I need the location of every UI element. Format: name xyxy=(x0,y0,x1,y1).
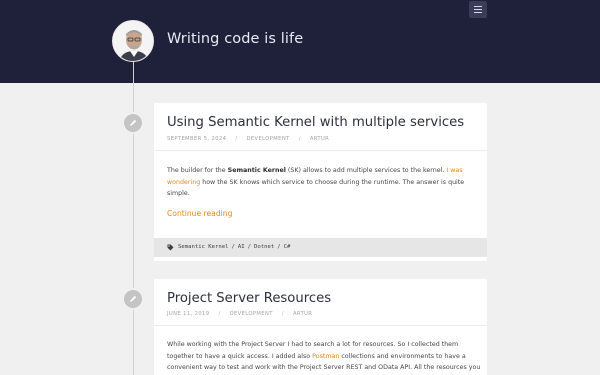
tag-link[interactable]: Semantic Kernel xyxy=(178,244,229,250)
menu-button[interactable] xyxy=(469,1,487,18)
continue-reading-link[interactable]: Continue reading xyxy=(167,209,232,218)
post-author[interactable]: ARTUR xyxy=(293,311,312,317)
post-meta: JUNE 11, 2019/DEVELOPMENT / ARTUR xyxy=(167,311,313,317)
tag-link[interactable]: C# xyxy=(284,244,291,250)
pencil-icon xyxy=(130,295,137,302)
post-title[interactable]: Project Server Resources xyxy=(167,291,331,306)
post-date[interactable]: SEPTEMBER 5, 2024 xyxy=(167,136,226,142)
tag-icon xyxy=(167,244,174,251)
divider xyxy=(154,150,487,151)
post-pin xyxy=(122,112,144,134)
divider xyxy=(154,325,487,326)
post-category[interactable]: DEVELOPMENT xyxy=(246,136,289,142)
site-title[interactable]: Writing code is life xyxy=(167,31,303,53)
post-excerpt: While working with the Project Server I … xyxy=(167,341,481,372)
excerpt-link[interactable]: Postman xyxy=(312,353,339,360)
avatar[interactable] xyxy=(112,20,154,62)
post-excerpt: The builder for the Semantic Kernel (SK)… xyxy=(167,167,465,198)
tag-link[interactable]: AI xyxy=(238,244,245,250)
post-card: Project Server Resources JUNE 11, 2019/D… xyxy=(154,279,487,375)
tag-link[interactable]: Dotnet xyxy=(254,244,274,250)
post-title[interactable]: Using Semantic Kernel with multiple serv… xyxy=(167,115,464,130)
post-date[interactable]: JUNE 11, 2019 xyxy=(167,311,209,317)
timeline-line xyxy=(133,60,134,375)
hamburger-menu-icon xyxy=(474,6,482,13)
post-author[interactable]: ARTUR xyxy=(310,136,329,142)
tag-list: Semantic Kernel / AI / Dotnet / C# xyxy=(178,244,291,250)
post-pin xyxy=(122,288,144,310)
post-card: Using Semantic Kernel with multiple serv… xyxy=(154,103,487,261)
tags-bar: Semantic Kernel / AI / Dotnet / C# xyxy=(154,238,487,257)
post-meta: SEPTEMBER 5, 2024/DEVELOPMENT / ARTUR xyxy=(167,136,330,142)
post-category[interactable]: DEVELOPMENT xyxy=(230,311,273,317)
pencil-icon xyxy=(130,119,137,126)
